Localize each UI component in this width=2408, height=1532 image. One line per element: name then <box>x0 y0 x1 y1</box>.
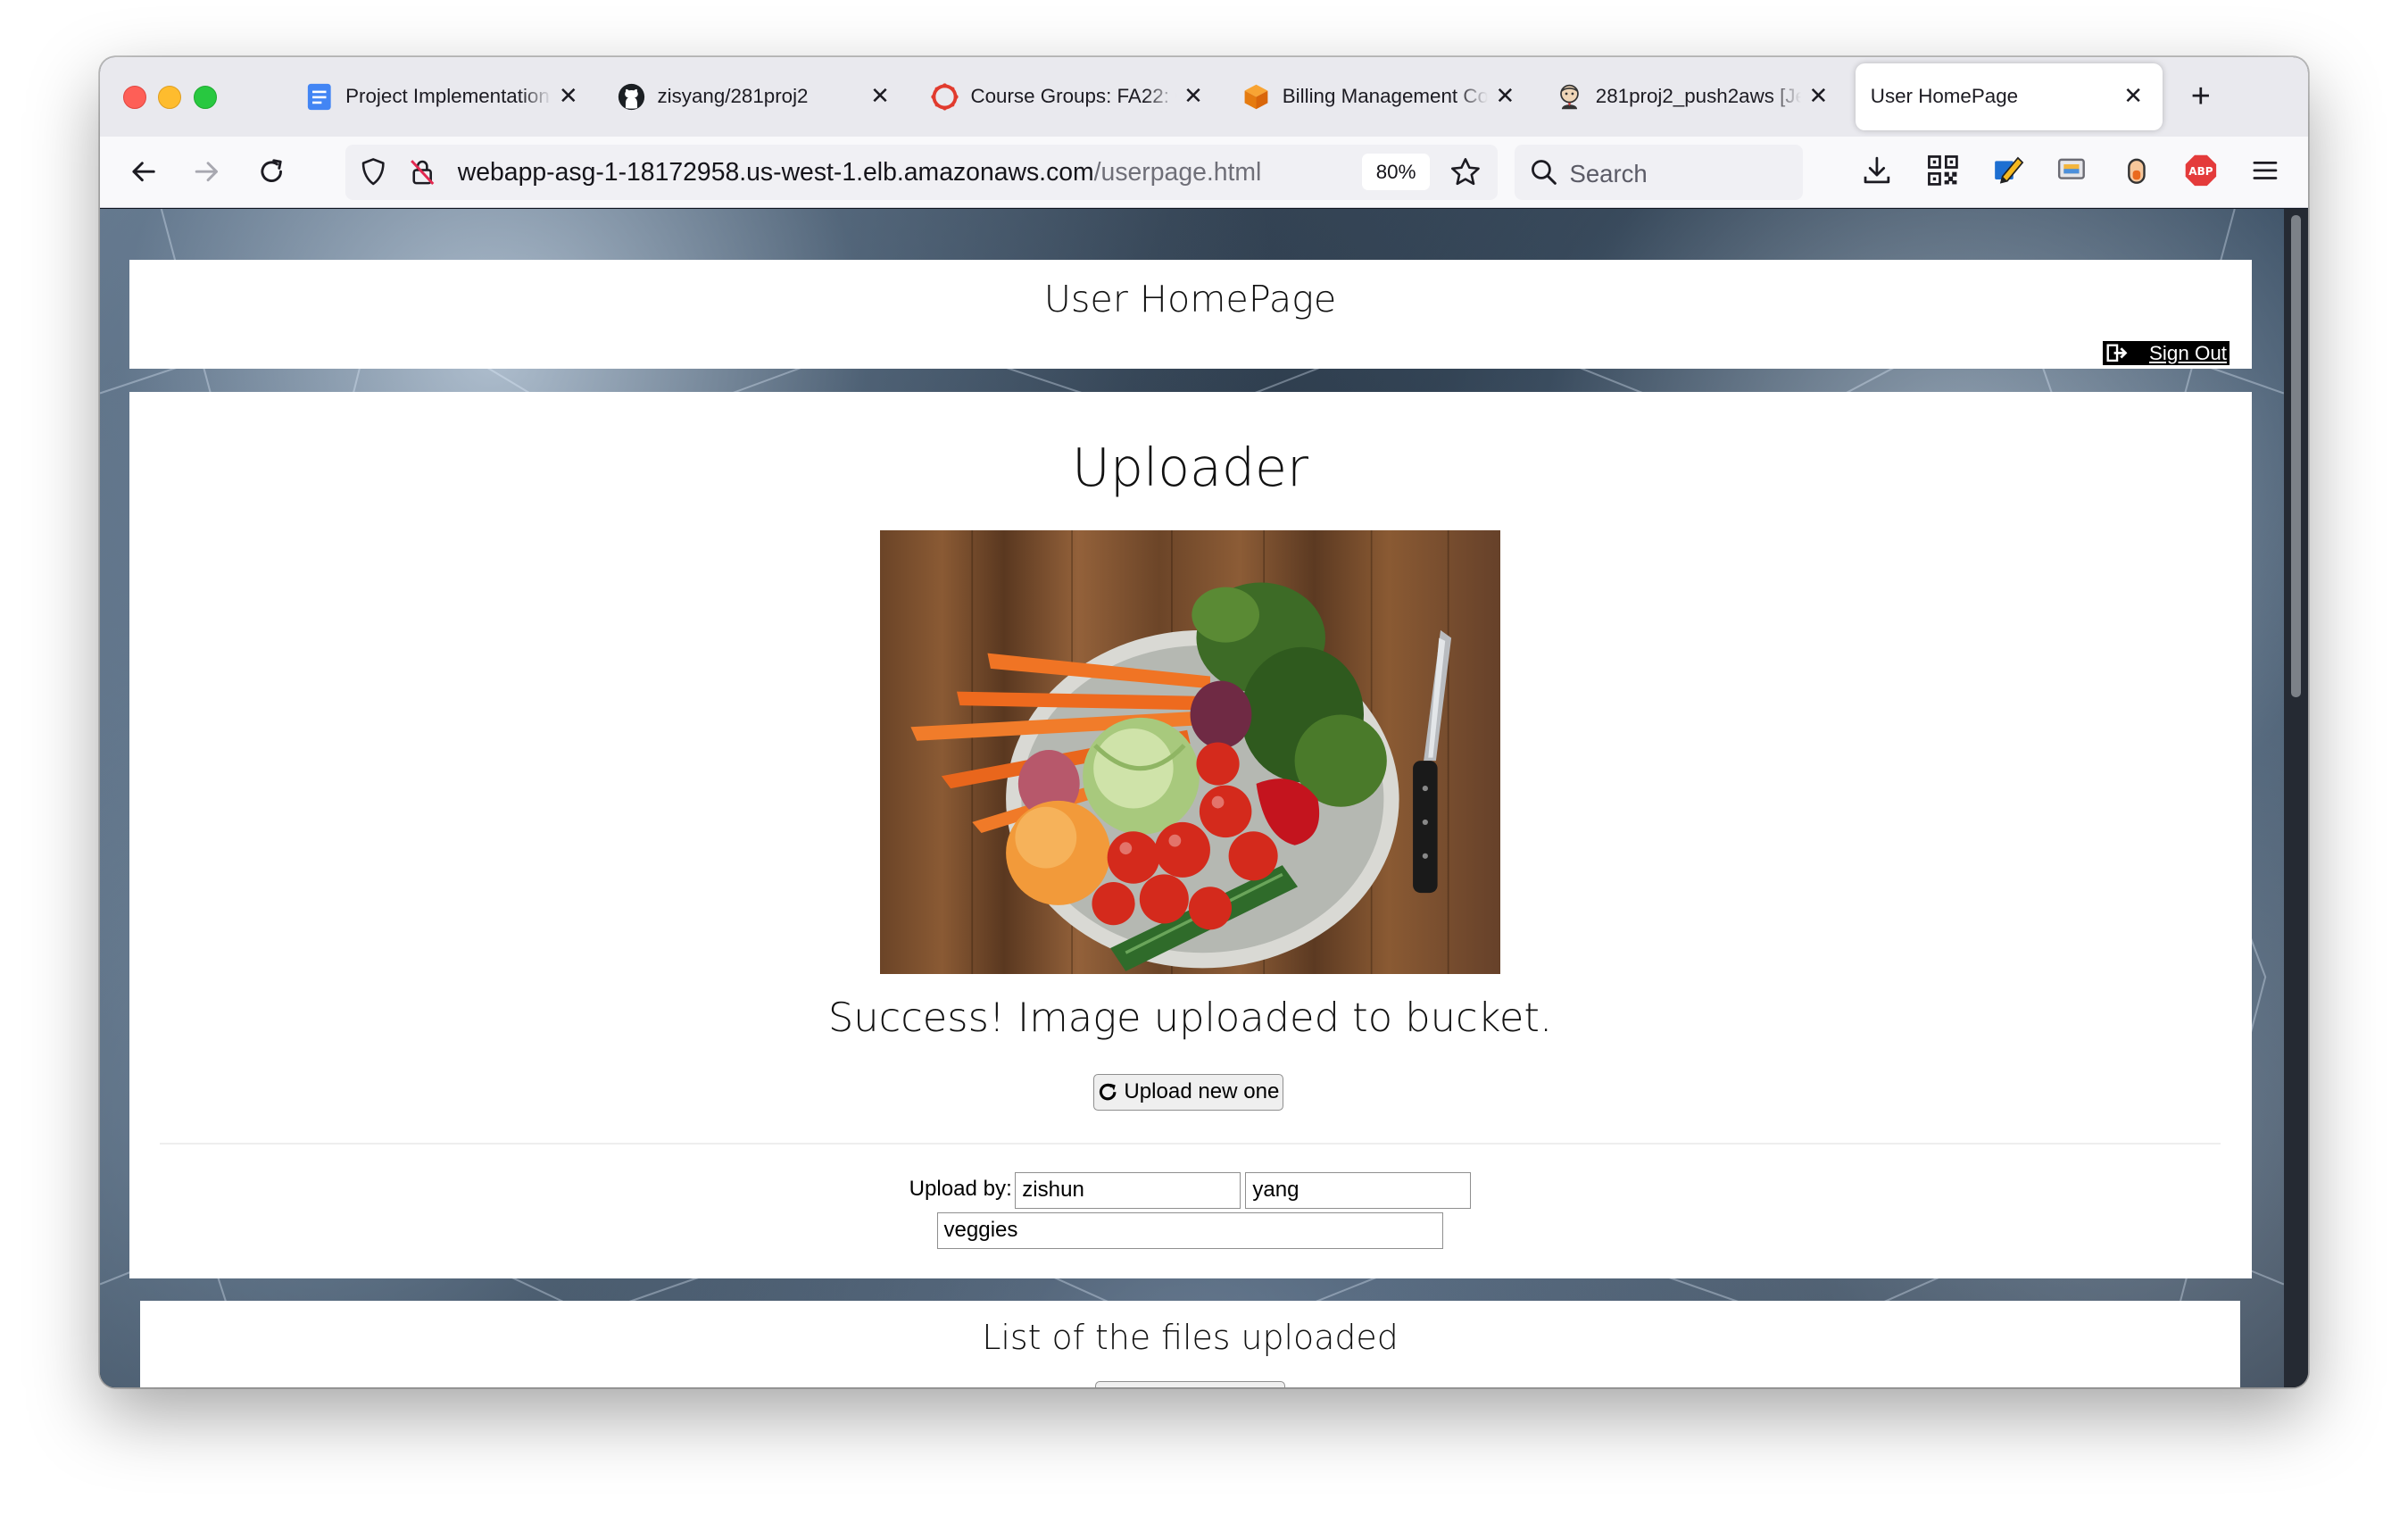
upload-by-label: Upload by: <box>909 1177 1012 1202</box>
battery-extension-icon[interactable] <box>2120 154 2154 194</box>
close-icon[interactable]: ✕ <box>1491 83 1519 111</box>
zoom-level-button[interactable]: 80% <box>1362 154 1430 191</box>
page-scrollbar[interactable] <box>2283 209 2309 1387</box>
search-placeholder: Search <box>1569 159 1648 187</box>
back-arrow-icon <box>132 162 155 182</box>
search-bar[interactable]: Search <box>1514 144 1804 200</box>
google-docs-icon <box>305 83 333 111</box>
tab-strip: Project Implementation ✕ zisyang/281proj… <box>99 56 2309 138</box>
menu-hamburger-icon[interactable] <box>2248 154 2282 194</box>
forward-button[interactable] <box>186 151 228 194</box>
sign-out-button[interactable]: Sign Out <box>2103 340 2230 366</box>
page-title: User HomePage <box>1043 278 1337 321</box>
close-icon[interactable]: ✕ <box>554 83 582 111</box>
sign-out-icon <box>2106 344 2131 362</box>
window-zoom-button[interactable] <box>193 86 217 110</box>
success-message: Success! Image uploaded to bucket. <box>827 994 1553 1042</box>
tab-title: Course Groups: FA22: CMPE-281 <box>970 85 1176 108</box>
close-icon[interactable]: ✕ <box>2120 83 2147 111</box>
refresh-icon <box>1098 1082 1117 1102</box>
qr-code-icon[interactable] <box>1926 154 1960 194</box>
tab-project-implementation[interactable]: Project Implementation ✕ <box>305 63 582 131</box>
list-action-button[interactable] <box>1094 1380 1286 1387</box>
window-minimize-button[interactable] <box>158 86 182 110</box>
address-bar[interactable]: webapp-asg-1-18172958.us-west-1.elb.amaz… <box>345 144 1498 200</box>
uploader-heading: Uploader <box>1072 437 1309 499</box>
section-divider <box>159 1143 2221 1145</box>
uploaded-image <box>879 529 1501 974</box>
tracking-protection-shield-icon[interactable] <box>358 156 388 193</box>
pencil-extension-icon[interactable] <box>1990 152 2027 195</box>
url-path: /userpage.html <box>1093 158 1262 187</box>
tab-title: Billing Management Console <box>1282 85 1489 108</box>
upload-new-button[interactable]: Upload new one <box>1093 1073 1284 1112</box>
close-icon[interactable]: ✕ <box>1805 83 1832 111</box>
tab-title: Project Implementation <box>345 85 550 108</box>
tab-billing-management[interactable]: Billing Management Console ✕ <box>1242 63 1519 131</box>
tab-title: 281proj2_push2aws [Jenkins] <box>1595 85 1802 108</box>
canvas-icon <box>931 83 959 111</box>
navigation-toolbar: webapp-asg-1-18172958.us-west-1.elb.amaz… <box>99 137 2309 209</box>
sign-out-label: Sign Out <box>2149 341 2228 364</box>
first-name-field[interactable]: zishun <box>1015 1171 1241 1210</box>
files-list-heading: List of the files uploaded <box>982 1318 1399 1358</box>
browser-window: Project Implementation ✕ zisyang/281proj… <box>99 56 2309 1387</box>
close-icon[interactable]: ✕ <box>866 83 893 111</box>
tab-jenkins-job[interactable]: 281proj2_push2aws [Jenkins] ✕ <box>1556 63 1832 131</box>
uploaded-files-panel: List of the files uploaded <box>139 1301 2241 1387</box>
description-field[interactable]: veggies <box>936 1211 1444 1249</box>
reload-icon <box>261 159 283 183</box>
page-viewport: User HomePage Sign Out Uploader Success!… <box>99 209 2284 1387</box>
scrollbar-thumb[interactable] <box>2291 214 2301 698</box>
insecure-lock-icon[interactable] <box>407 156 437 193</box>
tab-user-homepage[interactable]: User HomePage ✕ <box>1855 62 2163 131</box>
last-name-field[interactable]: yang <box>1245 1171 1472 1210</box>
forward-arrow-icon <box>195 162 219 182</box>
url-host: webapp-asg-1-18172958.us-west-1.elb.amaz… <box>457 158 1094 187</box>
tab-title: zisyang/281proj2 <box>657 85 809 108</box>
downloads-icon[interactable] <box>1860 154 1894 194</box>
window-close-button[interactable] <box>122 86 146 110</box>
github-icon <box>618 83 645 111</box>
tab-title: User HomePage <box>1870 85 2019 108</box>
url-text[interactable]: webapp-asg-1-18172958.us-west-1.elb.amaz… <box>458 158 1262 187</box>
uploader-panel: Uploader Success! Image uploaded to buck… <box>129 391 2252 1278</box>
aws-cube-icon <box>1242 83 1270 111</box>
header-panel: User HomePage Sign Out <box>129 259 2252 369</box>
close-icon[interactable]: ✕ <box>1179 83 1207 111</box>
upload-new-label: Upload new one <box>1124 1079 1280 1104</box>
search-icon <box>1530 158 1557 192</box>
reload-button[interactable] <box>250 151 293 194</box>
tab-course-groups[interactable]: Course Groups: FA22: CMPE-281 ✕ <box>931 63 1208 131</box>
back-button[interactable] <box>121 151 164 194</box>
screen-cast-icon[interactable] <box>2055 154 2088 194</box>
new-tab-button[interactable]: + <box>2182 78 2219 115</box>
svg-text:ABP: ABP <box>2188 165 2213 178</box>
tab-github-repo[interactable]: zisyang/281proj2 ✕ <box>618 63 894 131</box>
bookmark-star-icon[interactable] <box>1449 155 1482 196</box>
jenkins-icon <box>1556 83 1583 111</box>
adblock-plus-icon[interactable]: ABP <box>2184 154 2218 194</box>
